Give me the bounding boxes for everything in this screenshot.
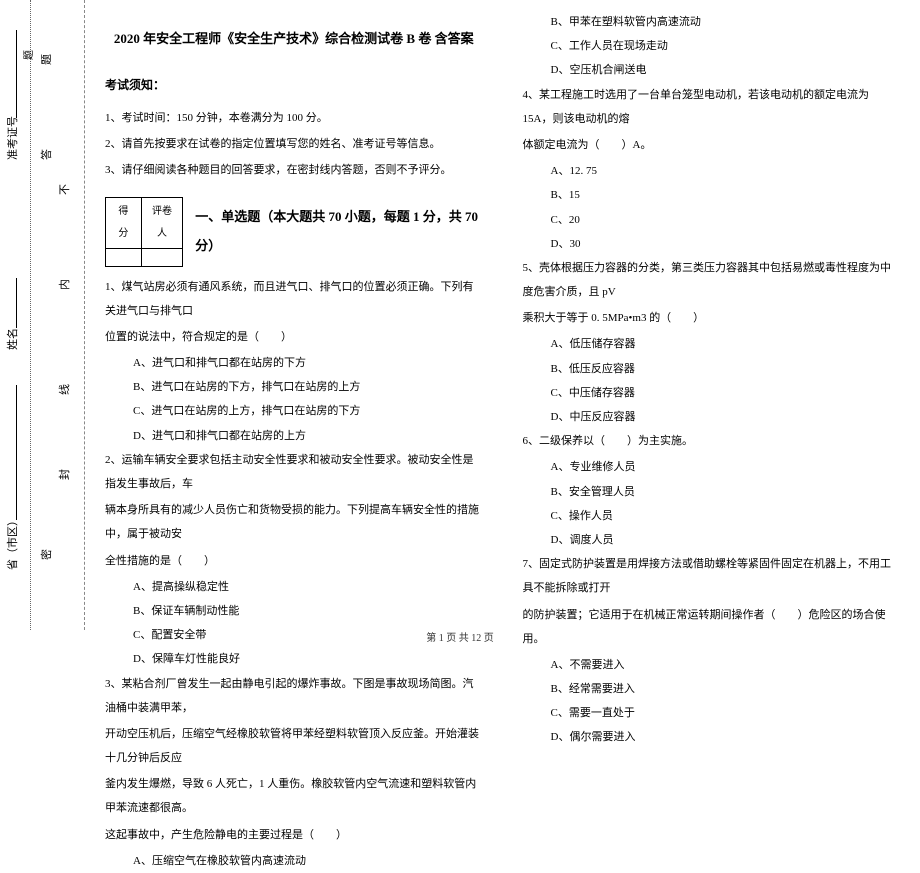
- q2-opt-d: D、保障车灯性能良好: [105, 647, 483, 671]
- notice-line-1: 1、考试时间：150 分钟，本卷满分为 100 分。: [105, 106, 483, 130]
- q3-stem-2: 开动空压机后，压缩空气经橡胶软管将甲苯经塑料软管顶入反应釜。开始灌装十几分钟后反…: [105, 722, 483, 770]
- q3-stem-4: 这起事故中，产生危险静电的主要过程是（ ）: [105, 823, 483, 847]
- q2-opt-a: A、提高操纵稳定性: [105, 575, 483, 599]
- page-footer: 第 1 页 共 12 页: [0, 629, 920, 644]
- q6-stem: 6、二级保养以（ ）为主实施。: [523, 429, 901, 453]
- binding-margin: 题 答 不 内 线 封 密 题 省（市区） 姓名 准考证号: [0, 0, 85, 630]
- q3-stem-3: 釜内发生爆燃，导致 6 人死亡，1 人重伤。橡胶软管内空气流速和塑料软管内甲苯流…: [105, 772, 483, 820]
- binding-char-ti: 题: [38, 54, 54, 65]
- q4-stem-2: 体额定电流为（ ）A。: [523, 133, 901, 157]
- score-head-marker: 评卷人: [141, 197, 183, 248]
- q7-stem-1: 7、固定式防护装置是用焊接方法或借助螺栓等紧固件固定在机器上，不用工具不能拆除或…: [523, 552, 901, 600]
- notice-line-2: 2、请首先按要求在试卷的指定位置填写您的姓名、准考证号等信息。: [105, 132, 483, 156]
- q1-opt-d: D、进气口和排气口都在站房的上方: [105, 424, 483, 448]
- binding-char-xian: 线: [56, 384, 72, 395]
- q2-stem-3: 全性措施的是（ ）: [105, 549, 483, 573]
- binding-ticket-label: 准考证号: [4, 116, 20, 160]
- q4-opt-d: D、30: [523, 232, 901, 256]
- q1-opt-a: A、进气口和排气口都在站房的下方: [105, 351, 483, 375]
- content-area: 2020 年安全工程师《安全生产技术》综合检测试卷 B 卷 含答案 考试须知： …: [85, 0, 920, 650]
- notice-heading: 考试须知：: [105, 72, 483, 98]
- binding-char-nei: 内: [56, 279, 72, 290]
- score-head-score: 得分: [106, 197, 142, 248]
- q5-opt-b: B、低压反应容器: [523, 357, 901, 381]
- q6-opt-b: B、安全管理人员: [523, 480, 901, 504]
- q2-stem-2: 辆本身所具有的减少人员伤亡和货物受损的能力。下列提高车辆安全性的措施中，属于被动…: [105, 498, 483, 546]
- binding-char-da: 答: [38, 149, 54, 160]
- binding-top-char: 题: [20, 47, 35, 60]
- q7-opt-d: D、偶尔需要进入: [523, 725, 901, 749]
- binding-char-bu: 不: [56, 184, 72, 195]
- exam-title: 2020 年安全工程师《安全生产技术》综合检测试卷 B 卷 含答案: [105, 25, 483, 54]
- q7-opt-c: C、需要一直处于: [523, 701, 901, 725]
- q7-opt-b: B、经常需要进入: [523, 677, 901, 701]
- q5-opt-c: C、中压储存容器: [523, 381, 901, 405]
- binding-name-label: 姓名: [4, 328, 20, 350]
- q4-opt-a: A、12. 75: [523, 159, 901, 183]
- q2-stem-1: 2、运输车辆安全要求包括主动安全性要求和被动安全性要求。被动安全性是指发生事故后…: [105, 448, 483, 496]
- q5-opt-d: D、中压反应容器: [523, 405, 901, 429]
- left-column: 2020 年安全工程师《安全生产技术》综合检测试卷 B 卷 含答案 考试须知： …: [85, 10, 503, 650]
- q3-opt-d: D、空压机合闸送电: [523, 58, 901, 82]
- score-cell-1: [106, 248, 142, 266]
- q2-opt-b: B、保证车辆制动性能: [105, 599, 483, 623]
- binding-char-feng: 封: [56, 469, 72, 480]
- q6-opt-d: D、调度人员: [523, 528, 901, 552]
- q5-stem-2: 乘积大于等于 0. 5MPa•m3 的（ ）: [523, 306, 901, 330]
- score-cell-2: [141, 248, 183, 266]
- binding-province-label: 省（市区）: [4, 515, 20, 570]
- binding-char-mi: 密: [38, 549, 54, 560]
- ticket-underline: [16, 30, 17, 118]
- q1-opt-c: C、进气口在站房的上方，排气口在站房的下方: [105, 399, 483, 423]
- q5-stem-1: 5、壳体根据压力容器的分类，第三类压力容器其中包括易燃或毒性程度为中度危害介质，…: [523, 256, 901, 304]
- q3-opt-a: A、压缩空气在橡胶软管内高速流动: [105, 849, 483, 873]
- q6-opt-a: A、专业维修人员: [523, 455, 901, 479]
- dotted-vertical-line: [30, 0, 31, 630]
- q7-opt-a: A、不需要进入: [523, 653, 901, 677]
- q6-opt-c: C、操作人员: [523, 504, 901, 528]
- q3-stem-1: 3、某粘合剂厂曾发生一起由静电引起的爆炸事故。下图是事故现场简图。汽油桶中装满甲…: [105, 672, 483, 720]
- q4-opt-c: C、20: [523, 208, 901, 232]
- q3-opt-c: C、工作人员在现场走动: [523, 34, 901, 58]
- province-underline: [16, 385, 17, 520]
- notice-line-3: 3、请仔细阅读各种题目的回答要求，在密封线内答题，否则不予评分。: [105, 158, 483, 182]
- q1-stem-1: 1、煤气站房必须有通风系统，而且进气口、排气口的位置必须正确。下列有关进气口与排…: [105, 275, 483, 323]
- q3-opt-b: B、甲苯在塑料软管内高速流动: [523, 10, 901, 34]
- name-underline: [16, 278, 17, 328]
- section-1-title: 一、单选题（本大题共 70 小题，每题 1 分，共 70 分）: [195, 203, 482, 260]
- q4-opt-b: B、15: [523, 183, 901, 207]
- q1-stem-2: 位置的说法中，符合规定的是（ ）: [105, 325, 483, 349]
- q4-stem-1: 4、某工程施工时选用了一台单台笼型电动机，若该电动机的额定电流为 15A，则该电…: [523, 83, 901, 131]
- right-column: B、甲苯在塑料软管内高速流动 C、工作人员在现场走动 D、空压机合闸送电 4、某…: [503, 10, 920, 650]
- score-box: 得分 评卷人: [105, 197, 183, 267]
- q1-opt-b: B、进气口在站房的下方，排气口在站房的上方: [105, 375, 483, 399]
- q5-opt-a: A、低压储存容器: [523, 332, 901, 356]
